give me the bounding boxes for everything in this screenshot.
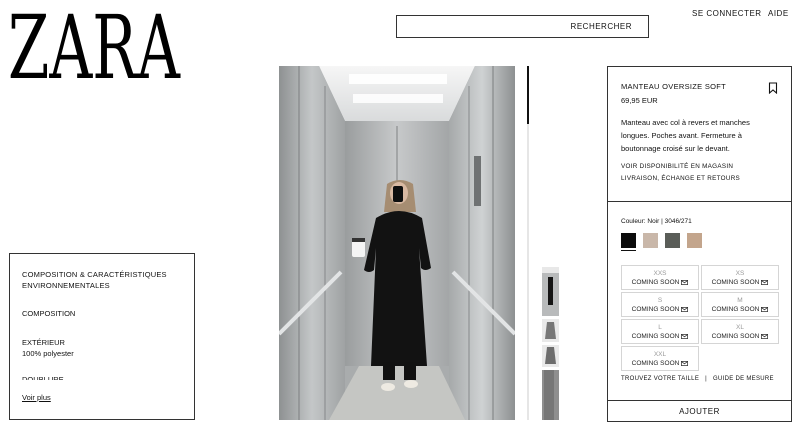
mail-icon [761, 307, 769, 312]
size-status: COMING SOON [622, 306, 698, 313]
product-info: MANTEAU OVERSIZE SOFT 69,95 EUR Manteau … [608, 67, 791, 202]
size-name: L [658, 324, 662, 331]
see-more-link[interactable]: Voir plus [22, 392, 51, 403]
add-to-cart-label: AJOUTER [679, 406, 720, 416]
size-name: XL [736, 324, 744, 331]
size-name: S [657, 297, 663, 304]
size-status: COMING SOON [702, 333, 778, 340]
product-photo[interactable] [279, 66, 515, 420]
composition-subtitle: COMPOSITION [22, 309, 76, 318]
composition-panel: COMPOSITION & CARACTÉRISTIQUES ENVIRONNE… [9, 253, 195, 420]
store-availability-link[interactable]: VOIR DISPONIBILITÉ EN MAGASIN [621, 163, 778, 170]
lining-label: DOUBLURE [22, 375, 64, 380]
measure-guide-link[interactable]: GUIDE DE MESURE [713, 376, 774, 382]
find-size-link[interactable]: TROUVEZ VOTRE TAILLE [621, 376, 699, 382]
selected-color-indicator [621, 250, 636, 251]
size-status: COMING SOON [702, 306, 778, 313]
size-option[interactable]: L COMING SOON [621, 319, 699, 344]
color-swatch-grey[interactable] [665, 233, 680, 248]
thumbnail-4[interactable] [542, 370, 559, 420]
size-option[interactable]: XL COMING SOON [701, 319, 779, 344]
logo-text: ZARA [8, 8, 181, 82]
size-option[interactable]: S COMING SOON [621, 292, 699, 317]
login-link[interactable]: SE CONNECTER [692, 9, 762, 18]
guide-separator: | [705, 376, 707, 382]
elevator-photo [279, 66, 515, 420]
mail-icon [681, 361, 689, 366]
color-swatch-camel[interactable] [687, 233, 702, 248]
search-box[interactable]: RECHERCHER [396, 15, 649, 38]
mail-icon [681, 334, 689, 339]
product-panel: MANTEAU OVERSIZE SOFT 69,95 EUR Manteau … [607, 66, 792, 422]
color-label: Couleur: Noir | 3046/271 [621, 218, 692, 225]
size-name: XS [735, 270, 745, 277]
thumbnail-2[interactable] [542, 319, 559, 342]
thumbnail-3-image [545, 347, 556, 364]
size-option[interactable]: XXL COMING SOON [621, 346, 699, 371]
size-name: M [737, 297, 743, 304]
search-label: RECHERCHER [570, 22, 632, 31]
color-swatch-black[interactable] [621, 233, 636, 248]
size-name: XXS [653, 270, 667, 277]
mail-icon [681, 280, 689, 285]
thumbnail-1[interactable] [542, 267, 559, 316]
zara-logo[interactable]: ZARA [8, 8, 182, 82]
size-status: COMING SOON [702, 279, 778, 286]
size-status: COMING SOON [622, 333, 698, 340]
size-option[interactable]: XS COMING SOON [701, 265, 779, 290]
product-name: MANTEAU OVERSIZE SOFT [621, 82, 727, 91]
size-guides: TROUVEZ VOTRE TAILLE | GUIDE DE MESURE [621, 376, 774, 382]
mail-icon [681, 307, 689, 312]
thumbnail-3[interactable] [542, 345, 559, 367]
bookmark-icon[interactable] [768, 82, 778, 94]
color-swatch-beige[interactable] [643, 233, 658, 248]
thumbnail-4-image [542, 370, 559, 420]
add-to-cart-button[interactable]: AJOUTER [608, 400, 791, 421]
product-description: Manteau avec col à revers et manches lon… [621, 118, 750, 153]
delivery-returns-link[interactable]: LIVRAISON, ÉCHANGE ET RETOURS [621, 175, 778, 182]
exterior-value: 100% polyester [22, 349, 74, 358]
size-name: XXL [653, 351, 667, 358]
mail-icon [761, 280, 769, 285]
thumbnail-1-image [542, 267, 559, 316]
size-option[interactable]: M COMING SOON [701, 292, 779, 317]
size-status: COMING SOON [622, 279, 698, 286]
composition-title: COMPOSITION & CARACTÉRISTIQUES ENVIRONNE… [22, 270, 167, 290]
mail-icon [761, 334, 769, 339]
gallery-scroll-thumb[interactable] [527, 66, 529, 124]
thumbnail-2-image [545, 322, 556, 339]
size-status: COMING SOON [622, 360, 698, 367]
exterior-label: EXTÉRIEUR [22, 338, 65, 347]
help-link[interactable]: AIDE [768, 9, 789, 18]
product-price: 69,95 EUR [621, 96, 658, 105]
size-option[interactable]: XXS COMING SOON [621, 265, 699, 290]
